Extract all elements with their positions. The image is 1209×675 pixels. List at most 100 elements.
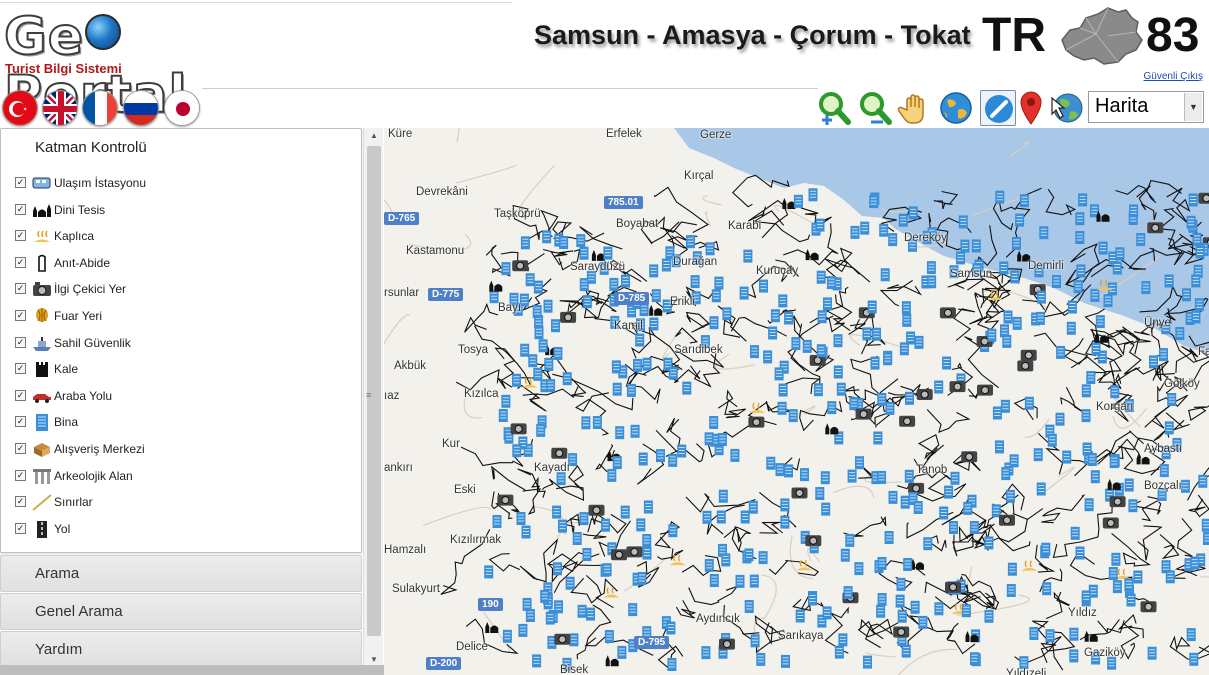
- building-marker[interactable]: [750, 634, 760, 648]
- building-marker[interactable]: [1128, 499, 1138, 513]
- accordion-general-search[interactable]: Genel Arama: [0, 593, 362, 630]
- building-marker[interactable]: [838, 633, 848, 647]
- building-marker[interactable]: [498, 409, 508, 422]
- building-marker[interactable]: [901, 301, 911, 315]
- building-marker[interactable]: [791, 337, 801, 351]
- building-marker[interactable]: [704, 558, 714, 572]
- building-marker[interactable]: [905, 391, 914, 405]
- building-marker[interactable]: [1073, 280, 1083, 294]
- building-marker[interactable]: [1003, 310, 1013, 324]
- building-marker[interactable]: [637, 572, 647, 585]
- building-marker[interactable]: [705, 242, 715, 256]
- building-marker[interactable]: [528, 354, 538, 368]
- camera-marker[interactable]: [497, 494, 514, 506]
- camera-marker[interactable]: [999, 514, 1015, 526]
- building-marker[interactable]: [562, 372, 572, 386]
- building-marker[interactable]: [630, 424, 640, 438]
- building-marker[interactable]: [581, 416, 591, 430]
- building-marker[interactable]: [711, 289, 721, 303]
- building-marker[interactable]: [525, 273, 535, 287]
- building-marker[interactable]: [1066, 321, 1076, 335]
- building-marker[interactable]: [628, 603, 638, 617]
- building-marker[interactable]: [1191, 310, 1201, 324]
- camera-marker[interactable]: [611, 549, 627, 561]
- building-marker[interactable]: [558, 519, 567, 533]
- building-marker[interactable]: [822, 606, 832, 620]
- building-marker[interactable]: [1045, 629, 1055, 643]
- building-marker[interactable]: [969, 521, 979, 534]
- building-marker[interactable]: [649, 264, 659, 278]
- building-marker[interactable]: [579, 246, 589, 260]
- building-marker[interactable]: [636, 518, 646, 532]
- building-marker[interactable]: [958, 215, 968, 229]
- building-marker[interactable]: [1075, 546, 1085, 560]
- building-marker[interactable]: [620, 505, 630, 519]
- building-marker[interactable]: [1036, 290, 1046, 304]
- building-marker[interactable]: [722, 307, 732, 321]
- building-marker[interactable]: [1029, 627, 1039, 640]
- building-marker[interactable]: [879, 223, 889, 237]
- building-marker[interactable]: [885, 401, 895, 415]
- building-marker[interactable]: [516, 512, 526, 525]
- japan-flag-icon[interactable]: [164, 90, 200, 126]
- building-marker[interactable]: [602, 563, 612, 577]
- layer-checkbox[interactable]: ✓: [15, 283, 26, 295]
- building-marker[interactable]: [778, 294, 788, 308]
- building-marker[interactable]: [775, 463, 785, 477]
- building-marker[interactable]: [569, 633, 579, 647]
- building-marker[interactable]: [813, 383, 823, 397]
- building-marker[interactable]: [1002, 334, 1012, 348]
- camera-marker[interactable]: [945, 581, 961, 593]
- building-marker[interactable]: [1047, 433, 1057, 447]
- building-marker[interactable]: [1195, 245, 1205, 259]
- building-marker[interactable]: [910, 600, 920, 614]
- building-marker[interactable]: [939, 506, 949, 520]
- camera-marker[interactable]: [949, 381, 966, 393]
- layer-item[interactable]: ✓ İlgi Çekici Yer: [15, 279, 345, 299]
- building-marker[interactable]: [903, 558, 913, 571]
- building-marker[interactable]: [542, 230, 552, 244]
- building-marker[interactable]: [774, 367, 784, 381]
- building-marker[interactable]: [873, 431, 883, 445]
- building-marker[interactable]: [1098, 241, 1108, 255]
- building-marker[interactable]: [795, 609, 805, 623]
- building-marker[interactable]: [1056, 345, 1066, 359]
- building-marker[interactable]: [1010, 270, 1020, 284]
- building-marker[interactable]: [615, 426, 625, 440]
- camera-marker[interactable]: [1140, 601, 1157, 613]
- building-marker[interactable]: [565, 576, 575, 590]
- layer-checkbox[interactable]: ✓: [15, 363, 26, 375]
- building-marker[interactable]: [633, 358, 642, 372]
- building-marker[interactable]: [833, 334, 843, 348]
- building-marker[interactable]: [525, 609, 535, 622]
- building-marker[interactable]: [834, 645, 844, 659]
- building-marker[interactable]: [904, 469, 914, 483]
- building-marker[interactable]: [880, 268, 890, 282]
- building-marker[interactable]: [908, 206, 918, 220]
- building-marker[interactable]: [1133, 570, 1143, 584]
- building-marker[interactable]: [545, 611, 555, 625]
- building-marker[interactable]: [649, 317, 659, 331]
- building-marker[interactable]: [1103, 294, 1113, 308]
- building-marker[interactable]: [543, 299, 553, 313]
- building-marker[interactable]: [888, 233, 898, 247]
- camera-marker[interactable]: [1147, 222, 1164, 234]
- building-marker[interactable]: [1091, 342, 1101, 356]
- measure-line-icon[interactable]: [980, 90, 1016, 126]
- map-type-select[interactable]: Harita ▼: [1088, 91, 1204, 123]
- building-marker[interactable]: [1081, 384, 1091, 398]
- building-marker[interactable]: [961, 604, 971, 618]
- building-marker[interactable]: [823, 297, 832, 311]
- building-marker[interactable]: [538, 339, 548, 353]
- building-marker[interactable]: [888, 490, 898, 504]
- building-marker[interactable]: [770, 309, 780, 323]
- building-marker[interactable]: [827, 401, 837, 415]
- building-marker[interactable]: [815, 218, 825, 232]
- building-marker[interactable]: [877, 470, 887, 484]
- building-marker[interactable]: [1075, 212, 1085, 226]
- building-marker[interactable]: [756, 652, 766, 666]
- building-marker[interactable]: [743, 249, 753, 263]
- building-marker[interactable]: [1129, 204, 1139, 218]
- building-marker[interactable]: [501, 262, 511, 276]
- building-marker[interactable]: [592, 416, 602, 429]
